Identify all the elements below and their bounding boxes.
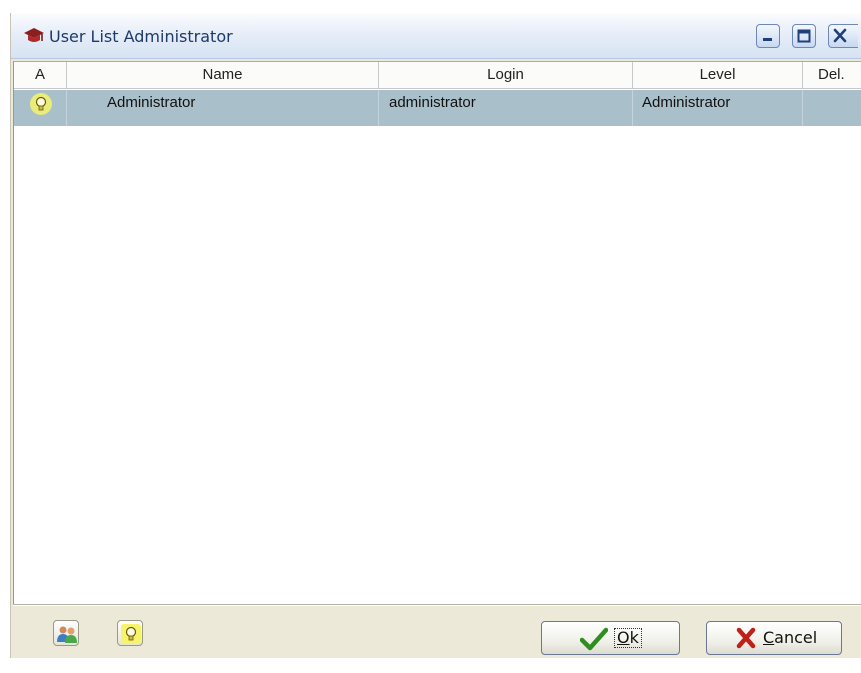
column-header-level[interactable]: Level: [633, 62, 803, 89]
ok-label: Ok: [614, 628, 642, 648]
mortarboard-icon: [23, 25, 45, 45]
active-cell[interactable]: [14, 90, 67, 126]
users-icon: [57, 626, 77, 643]
minimize-button[interactable]: [756, 24, 780, 48]
checkmark-icon: [579, 627, 609, 655]
title-bar[interactable]: User List Administrator: [11, 13, 861, 59]
user-list-grid[interactable]: A Name Login Level Del. Administrator ad…: [13, 61, 861, 604]
user-list-window: User List Administrator A Name Login Lev…: [10, 13, 861, 658]
ok-button[interactable]: Ok: [541, 621, 680, 655]
activate-button[interactable]: [117, 620, 143, 646]
cross-icon: [735, 627, 757, 653]
column-header-name[interactable]: Name: [67, 62, 379, 89]
maximize-icon: [797, 29, 811, 43]
cell-del[interactable]: [803, 90, 861, 126]
column-header-login[interactable]: Login: [379, 62, 633, 89]
cell-login[interactable]: administrator: [379, 90, 633, 126]
cancel-label: Cancel: [763, 628, 818, 647]
footer-divider: [13, 604, 861, 606]
minimize-icon: [763, 38, 772, 41]
column-header-a[interactable]: A: [14, 62, 67, 89]
grid-header: A Name Login Level Del.: [14, 62, 861, 89]
close-button[interactable]: [828, 24, 858, 48]
close-icon: [833, 28, 847, 43]
lightbulb-icon: [29, 92, 53, 116]
users-button[interactable]: [53, 620, 79, 646]
table-row[interactable]: Administrator administrator Administrato…: [14, 90, 861, 126]
lightbulb-icon: [121, 624, 141, 644]
cell-name[interactable]: Administrator: [67, 90, 379, 126]
maximize-button[interactable]: [792, 24, 816, 48]
cell-level[interactable]: Administrator: [633, 90, 803, 126]
column-header-del[interactable]: Del.: [803, 62, 861, 89]
window-title: User List Administrator: [49, 27, 233, 46]
cancel-button[interactable]: Cancel: [706, 621, 842, 655]
